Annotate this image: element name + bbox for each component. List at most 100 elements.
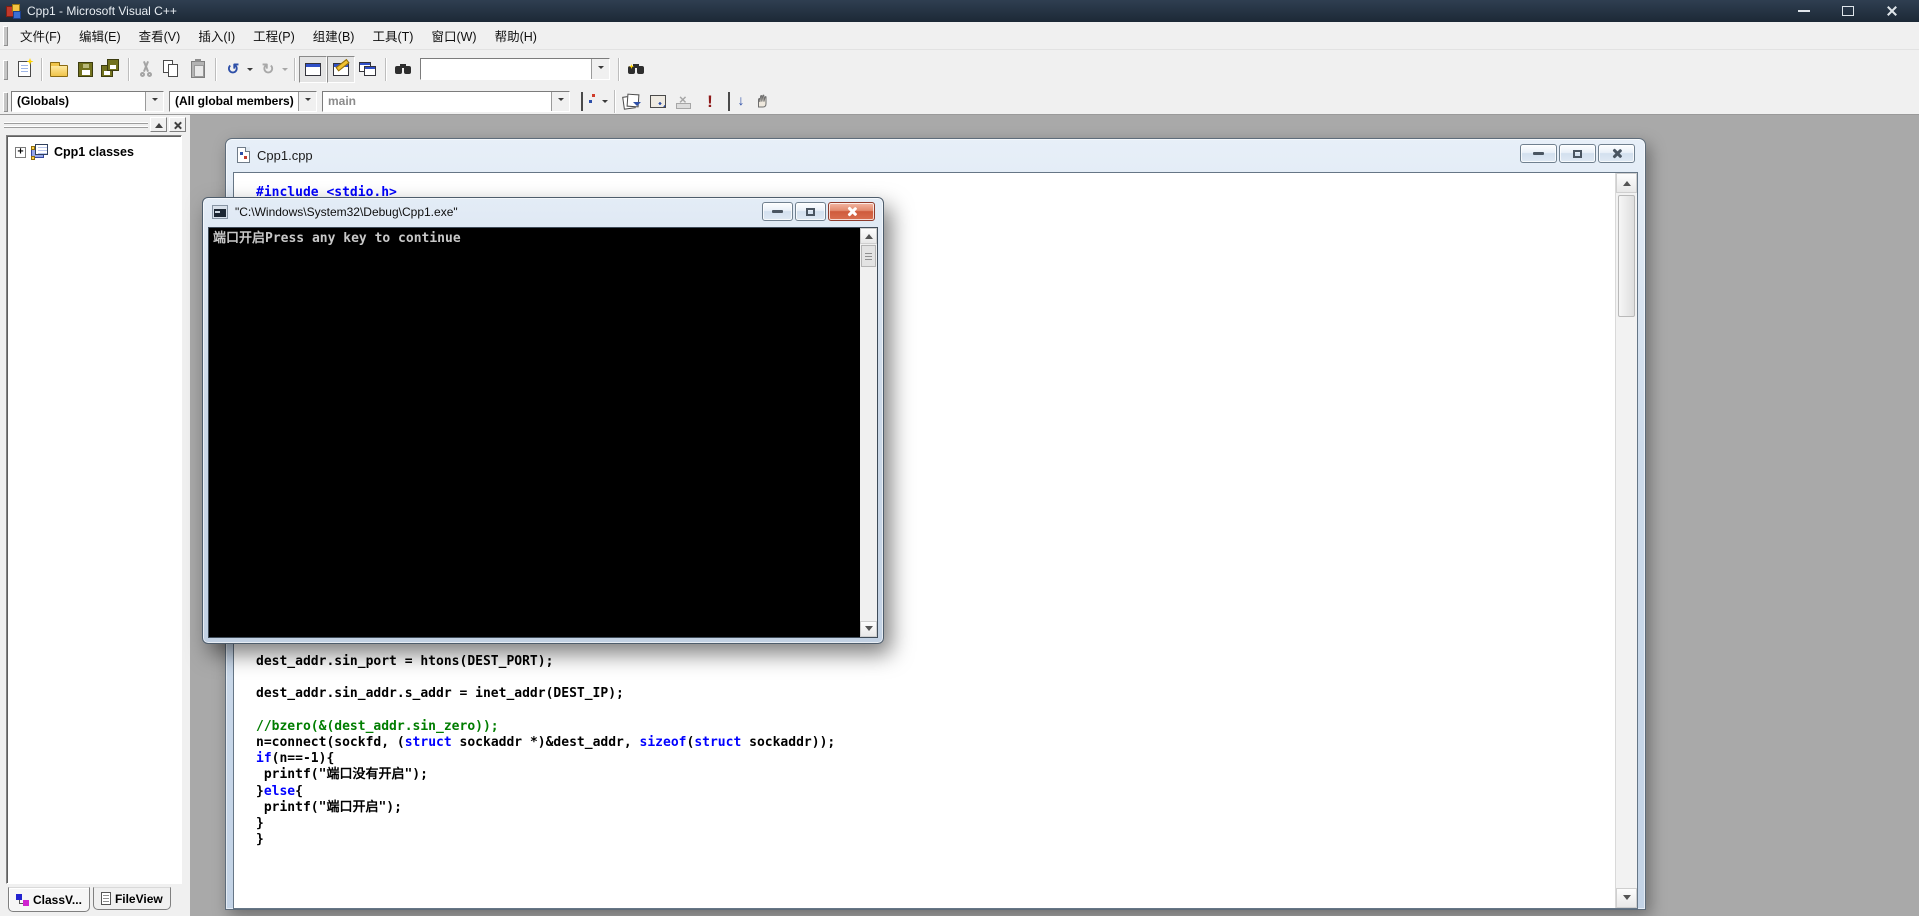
redo-icon: ↻ xyxy=(261,60,275,78)
console-scroll-up-icon[interactable] xyxy=(860,228,877,244)
console-scroll-down-icon[interactable] xyxy=(860,621,877,637)
editor-restore-icon[interactable] xyxy=(1559,144,1596,163)
console-window: "C:\Windows\System32\Debug\Cpp1.exe" 端口开… xyxy=(202,197,884,644)
find-in-files-icon[interactable] xyxy=(390,57,416,82)
separator xyxy=(614,89,615,113)
scope-value: (Globals) xyxy=(17,94,70,108)
go-debug-icon[interactable]: ↓ xyxy=(723,89,749,114)
menu-item[interactable]: 插入(I) xyxy=(189,22,244,49)
undo-dropdown-icon[interactable] xyxy=(247,68,253,74)
menu-items: 文件(F) 编辑(E) 查看(V) 插入(I) 工程(P) 组建(B) 工具(T) 窗口(W)… xyxy=(11,22,546,49)
menu-item[interactable]: 窗口(W) xyxy=(422,22,485,49)
tab-classview[interactable]: ClassV... xyxy=(8,887,90,912)
scope-combobox[interactable]: (Globals) xyxy=(11,90,164,112)
members-value: (All global members) xyxy=(175,94,294,108)
workspace-gripper[interactable] xyxy=(4,122,148,128)
compile-icon[interactable] xyxy=(619,89,645,114)
workspace-panel: + Cpp1 classes ClassV... FileView xyxy=(0,115,190,916)
hand-icon xyxy=(758,94,767,108)
separator xyxy=(41,57,42,81)
console-close-icon[interactable] xyxy=(828,202,875,221)
window-title: Cpp1 - Microsoft Visual C++ xyxy=(27,4,177,18)
cpp-file-icon xyxy=(237,147,250,163)
separator xyxy=(385,57,386,81)
tab-classview-label: ClassV... xyxy=(33,892,82,907)
console-scroll-thumb[interactable] xyxy=(861,245,876,267)
stop-build-icon: × xyxy=(671,89,697,114)
toolbar-gripper[interactable] xyxy=(3,59,7,79)
build-icon[interactable] xyxy=(645,89,671,114)
menu-item[interactable]: 文件(F) xyxy=(11,22,70,49)
windows-list-icon[interactable] xyxy=(355,57,381,82)
search-icon[interactable] xyxy=(623,57,649,82)
editor-vertical-scrollbar[interactable] xyxy=(1615,173,1637,908)
close-icon[interactable] xyxy=(1881,4,1903,19)
new-text-file-icon[interactable] xyxy=(11,57,37,82)
console-vertical-scrollbar[interactable] xyxy=(860,228,877,637)
fileview-tab-icon xyxy=(100,892,111,905)
find-dropdown-icon[interactable] xyxy=(591,59,609,79)
menu-gripper[interactable] xyxy=(3,26,7,45)
members-dropdown-icon[interactable] xyxy=(298,91,316,111)
tab-fileview[interactable]: FileView xyxy=(92,887,171,910)
console-output: 端口开启Press any key to continue xyxy=(213,231,461,246)
console-minimize-icon[interactable] xyxy=(762,202,793,221)
workspace-tabs: ClassV... FileView xyxy=(8,887,174,912)
maximize-icon[interactable] xyxy=(1837,4,1859,19)
menu-item[interactable]: 帮助(H) xyxy=(486,22,546,49)
scope-dropdown-icon[interactable] xyxy=(145,91,163,111)
function-dropdown-icon[interactable] xyxy=(551,91,569,111)
scroll-down-icon[interactable] xyxy=(1616,888,1637,908)
separator xyxy=(294,57,295,81)
menu-item[interactable]: 组建(B) xyxy=(304,22,364,49)
menu-item[interactable]: 查看(V) xyxy=(130,22,190,49)
save-all-icon[interactable] xyxy=(98,57,124,82)
tree-expander-icon[interactable]: + xyxy=(15,146,26,158)
wizard-dropdown-icon[interactable] xyxy=(602,100,608,106)
members-combobox[interactable]: (All global members) xyxy=(169,90,317,112)
class-view-root-icon xyxy=(31,144,49,160)
console-client[interactable]: 端口开启Press any key to continue xyxy=(208,227,878,638)
cut-icon xyxy=(133,57,159,82)
menu-item[interactable]: 编辑(E) xyxy=(70,22,130,49)
main-title-bar[interactable]: Cpp1 - Microsoft Visual C++ xyxy=(0,0,1919,22)
save-icon[interactable] xyxy=(72,57,98,82)
scroll-up-icon[interactable] xyxy=(1616,173,1637,193)
menu-item[interactable]: 工程(P) xyxy=(244,22,304,49)
workspace-close-icon[interactable] xyxy=(169,117,186,132)
undo-icon[interactable]: ↺ xyxy=(220,57,246,82)
console-window-controls xyxy=(762,202,875,221)
breakpoint-hand-icon[interactable] xyxy=(749,89,775,114)
minimize-icon[interactable] xyxy=(1793,4,1815,19)
classview-tree: + Cpp1 classes xyxy=(6,135,182,884)
workspace-toggle-icon[interactable] xyxy=(299,55,327,83)
editor-minimize-icon[interactable] xyxy=(1520,144,1557,163)
editor-scroll-thumb[interactable] xyxy=(1618,195,1635,317)
tree-item-cpp1-classes[interactable]: + Cpp1 classes xyxy=(7,136,181,160)
find-combobox[interactable] xyxy=(420,58,610,80)
console-title: "C:\Windows\System32\Debug\Cpp1.exe" xyxy=(235,204,458,219)
editor-close-icon[interactable] xyxy=(1598,144,1635,163)
copy-icon[interactable] xyxy=(159,57,185,82)
standard-toolbar: ↺ ↻ xyxy=(0,50,1919,88)
code-bottom: dest_addr.sin_port = htons(DEST_PORT); d… xyxy=(256,654,836,848)
execute-program-icon[interactable]: ! xyxy=(697,89,723,114)
separator xyxy=(215,57,216,81)
redo-dropdown-icon xyxy=(282,68,288,74)
menu-item[interactable]: 工具(T) xyxy=(363,22,422,49)
wizard-bar: (Globals) (All global members) main × ! … xyxy=(0,88,1919,115)
function-combobox[interactable]: main xyxy=(322,90,570,112)
editor-title-bar[interactable]: Cpp1.cpp xyxy=(226,139,1645,171)
wizardbar-gripper[interactable] xyxy=(3,91,7,111)
paste-icon xyxy=(185,57,211,82)
console-restore-icon[interactable] xyxy=(795,202,826,221)
tab-fileview-label: FileView xyxy=(114,891,163,906)
mdi-client-area: + Cpp1 classes ClassV... FileView Cpp1.c… xyxy=(0,115,1919,916)
open-file-icon[interactable] xyxy=(46,57,72,82)
classview-tab-icon xyxy=(16,893,29,906)
output-toggle-icon[interactable] xyxy=(327,55,355,83)
console-icon xyxy=(212,204,228,219)
workspace-collapse-icon[interactable] xyxy=(150,117,167,132)
wizard-action-icon[interactable] xyxy=(575,89,601,114)
function-value: main xyxy=(328,94,357,108)
